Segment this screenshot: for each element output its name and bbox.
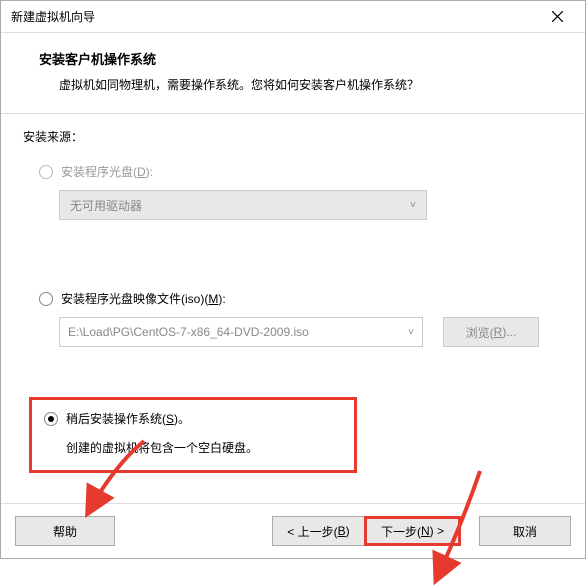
titlebar: 新建虚拟机向导 [1,1,585,33]
footer-right: < 上一步(B) 下一步(N) > 取消 [272,516,571,546]
disc-dropdown-value: 无可用驱动器 [70,197,142,214]
radio-later-circle [44,412,58,426]
iso-row: E:\Load\PG\CentOS-7-x86_64-DVD-2009.iso … [59,317,563,347]
footer: 帮助 < 上一步(B) 下一步(N) > 取消 [1,503,585,558]
radio-later[interactable]: 稍后安装操作系统(S)。 [44,410,342,427]
close-button[interactable] [537,3,577,31]
radio-disc-label: 安装程序光盘(D): [61,163,153,180]
header-subtitle: 虚拟机如同物理机，需要操作系统。您将如何安装客户机操作系统？ [59,76,555,93]
header-title: 安装客户机操作系统 [39,49,555,68]
content-area: 安装来源： 安装程序光盘(D): 无可用驱动器 ˅ 安装程序光盘映像文件(iso… [1,114,585,503]
close-icon [552,11,563,22]
radio-iso-label: 安装程序光盘映像文件(iso)(M): [61,290,226,307]
radio-iso[interactable]: 安装程序光盘映像文件(iso)(M): [39,290,563,307]
radio-disc: 安装程序光盘(D): [39,163,563,180]
option-iso: 安装程序光盘映像文件(iso)(M): E:\Load\PG\CentOS-7-… [23,290,563,347]
back-button[interactable]: < 上一步(B) [272,516,364,546]
option-later-highlight: 稍后安装操作系统(S)。 创建的虚拟机将包含一个空白硬盘。 [29,397,357,473]
chevron-down-icon: ˅ [408,327,414,338]
next-button[interactable]: 下一步(N) > [364,516,461,546]
disc-dropdown: 无可用驱动器 ˅ [59,190,427,220]
iso-path-value: E:\Load\PG\CentOS-7-x86_64-DVD-2009.iso [68,325,309,339]
radio-iso-circle [39,292,53,306]
header-section: 安装客户机操作系统 虚拟机如同物理机，需要操作系统。您将如何安装客户机操作系统？ [1,33,585,114]
wizard-window: 新建虚拟机向导 安装客户机操作系统 虚拟机如同物理机，需要操作系统。您将如何安装… [0,0,586,559]
browse-button: 浏览(R)... [443,317,539,347]
source-label: 安装来源： [23,128,563,145]
option-disc: 安装程序光盘(D): 无可用驱动器 ˅ [23,163,563,220]
later-description: 创建的虚拟机将包含一个空白硬盘。 [66,439,342,456]
iso-path-input[interactable]: E:\Load\PG\CentOS-7-x86_64-DVD-2009.iso … [59,317,423,347]
cancel-button[interactable]: 取消 [479,516,571,546]
window-title: 新建虚拟机向导 [11,8,95,25]
help-button[interactable]: 帮助 [15,516,115,546]
radio-disc-circle [39,165,53,179]
footer-left: 帮助 [15,516,115,546]
radio-later-label: 稍后安装操作系统(S)。 [66,410,190,427]
chevron-down-icon: ˅ [410,200,416,211]
radio-selected-dot [48,416,54,422]
